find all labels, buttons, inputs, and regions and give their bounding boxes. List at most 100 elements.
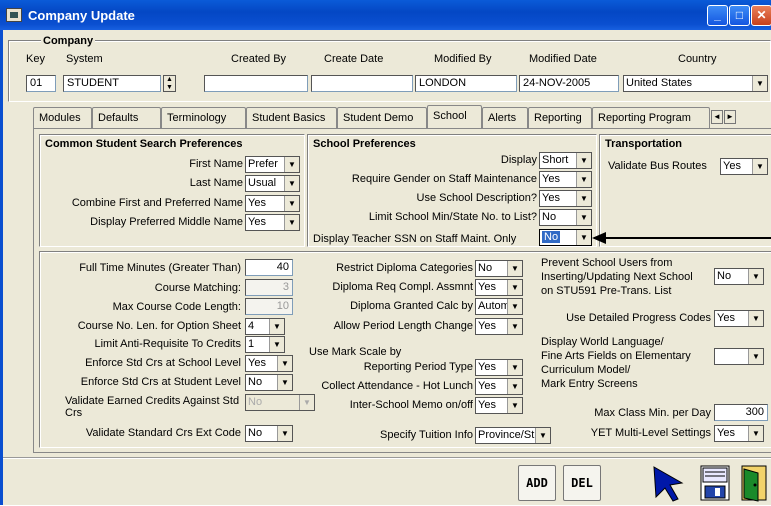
enforce-school-select[interactable]: Yes ▼ [245, 355, 293, 372]
chevron-down-icon[interactable]: ▼ [507, 398, 522, 413]
yet-multi-level-select[interactable]: Yes ▼ [714, 425, 764, 442]
chevron-down-icon[interactable]: ▼ [576, 172, 591, 187]
chevron-down-icon[interactable]: ▼ [576, 210, 591, 225]
delete-button[interactable]: DEL [563, 465, 601, 501]
chevron-down-icon[interactable]: ▼ [277, 426, 292, 441]
chevron-down-icon[interactable]: ▼ [269, 319, 284, 334]
max-course-code-label: Max Course Code Length: [112, 301, 241, 313]
restrict-diploma-select[interactable]: No ▼ [475, 260, 523, 277]
modified-date-field[interactable]: 24-NOV-2005 [519, 75, 619, 92]
pointer-arrow-icon[interactable] [648, 463, 688, 503]
tab-student-basics[interactable]: Student Basics [246, 107, 337, 128]
chevron-down-icon[interactable]: ▼ [507, 360, 522, 375]
key-field[interactable]: 01 [26, 75, 56, 92]
period-length-select[interactable]: Yes ▼ [475, 318, 523, 335]
enforce-student-select[interactable]: No ▼ [245, 374, 293, 391]
diploma-calc-select[interactable]: Autom ▼ [475, 298, 523, 315]
tuition-info-value: Province/St [478, 429, 535, 441]
last-name-select[interactable]: Usual ▼ [245, 175, 300, 192]
minimize-button[interactable]: _ [707, 5, 728, 26]
hot-lunch-select[interactable]: Yes ▼ [475, 378, 523, 395]
chevron-down-icon[interactable]: ▼ [748, 311, 763, 326]
tab-defaults[interactable]: Defaults [92, 107, 161, 128]
chevron-down-icon[interactable]: ▼ [284, 157, 299, 172]
chevron-down-icon[interactable]: ▼ [748, 349, 763, 364]
last-name-value: Usual [248, 177, 277, 189]
tab-student-demo[interactable]: Student Demo [337, 107, 427, 128]
validate-ext-code-select[interactable]: No ▼ [245, 425, 293, 442]
created-by-field[interactable] [204, 75, 308, 92]
bus-routes-value: Yes [723, 160, 741, 172]
last-name-label: Last Name [189, 177, 243, 189]
chevron-down-icon[interactable]: ▼ [576, 191, 591, 206]
chevron-down-icon[interactable]: ▼ [284, 196, 299, 211]
tab-reporting-program[interactable]: Reporting Program [592, 107, 710, 128]
system-field[interactable]: STUDENT [63, 75, 161, 92]
chevron-down-icon[interactable]: ▼ [269, 337, 284, 352]
school-desc-select[interactable]: Yes ▼ [539, 190, 592, 207]
tab-strip: Modules Defaults Terminology Student Bas… [33, 105, 771, 129]
create-date-field[interactable] [311, 75, 413, 92]
chevron-down-icon[interactable]: ▼ [752, 76, 767, 91]
exit-door-icon[interactable] [738, 463, 771, 503]
chevron-down-icon[interactable]: ▼ [507, 299, 522, 314]
tab-modules[interactable]: Modules [33, 107, 92, 128]
limit-school-select[interactable]: No ▼ [539, 209, 592, 226]
modified-by-field[interactable]: LONDON [415, 75, 517, 92]
diploma-calc-value: Autom [478, 300, 510, 312]
chevron-down-icon[interactable]: ▼ [748, 426, 763, 441]
chevron-down-icon[interactable]: ▼ [507, 280, 522, 295]
tab-terminology[interactable]: Terminology [161, 107, 246, 128]
country-select[interactable]: United States ▼ [623, 75, 768, 92]
chevron-down-icon[interactable]: ▼ [284, 215, 299, 230]
gender-select[interactable]: Yes ▼ [539, 171, 592, 188]
tab-alerts[interactable]: Alerts [482, 107, 528, 128]
combine-names-select[interactable]: Yes ▼ [245, 195, 300, 212]
system-spinner[interactable]: ▲ ▼ [163, 75, 176, 92]
tab-reporting[interactable]: Reporting [528, 107, 592, 128]
prevent-users-select[interactable]: No ▼ [714, 268, 764, 285]
save-disk-icon[interactable] [695, 463, 735, 503]
tab-scroll-left-icon[interactable]: ◄ [711, 110, 723, 124]
middle-name-select[interactable]: Yes ▼ [245, 214, 300, 231]
chevron-down-icon[interactable]: ▼ [748, 269, 763, 284]
maximize-button[interactable]: □ [729, 5, 750, 26]
diploma-req-select[interactable]: Yes ▼ [475, 279, 523, 296]
chevron-down-icon[interactable]: ▼ [507, 319, 522, 334]
system-label: System [66, 53, 103, 65]
chevron-down-icon[interactable]: ▼ [752, 159, 767, 174]
world-language-select[interactable]: ▼ [714, 348, 764, 365]
validate-credits-label: Validate Earned Credits Against Std Crs [65, 395, 240, 419]
chevron-down-icon[interactable]: ▼ [507, 261, 522, 276]
chevron-down-icon[interactable]: ▼ [284, 176, 299, 191]
max-course-code-field[interactable]: 10 [245, 298, 293, 315]
course-no-len-select[interactable]: 4 ▼ [245, 318, 285, 335]
chevron-down-icon[interactable]: ▼ [277, 356, 292, 371]
first-name-select[interactable]: Prefer ▼ [245, 156, 300, 173]
course-no-len-label: Course No. Len. for Option Sheet [77, 320, 241, 332]
full-time-minutes-field[interactable]: 40 [245, 259, 293, 276]
progress-codes-select[interactable]: Yes ▼ [714, 310, 764, 327]
add-button[interactable]: ADD [518, 465, 556, 501]
tuition-info-select[interactable]: Province/St ▼ [475, 427, 551, 444]
chevron-down-icon[interactable]: ▼ [576, 153, 591, 168]
validate-ext-code-value: No [248, 427, 263, 439]
company-group-label: Company [41, 35, 96, 47]
diploma-req-value: Yes [478, 281, 496, 293]
tab-scroll-right-icon[interactable]: ► [724, 110, 736, 124]
anti-requisite-select[interactable]: 1 ▼ [245, 336, 285, 353]
tab-school[interactable]: School [427, 105, 482, 128]
chevron-down-icon[interactable]: ▼ [576, 230, 591, 245]
chevron-down-icon[interactable]: ▼ [507, 379, 522, 394]
course-matching-field[interactable]: 3 [245, 279, 293, 296]
max-class-min-field[interactable]: 300 [714, 404, 768, 421]
close-button[interactable]: ✕ [751, 5, 771, 26]
display-select[interactable]: Short ▼ [539, 152, 592, 169]
chevron-down-icon[interactable]: ▼ [277, 375, 292, 390]
teacher-ssn-select[interactable]: No ▼ [539, 229, 592, 246]
world-language-label-2: Fine Arts Fields on Elementary [541, 350, 691, 362]
mark-scale-select[interactable]: Yes ▼ [475, 359, 523, 376]
bus-routes-select[interactable]: Yes ▼ [720, 158, 768, 175]
inter-school-memo-select[interactable]: Yes ▼ [475, 397, 523, 414]
app-icon [6, 8, 22, 22]
